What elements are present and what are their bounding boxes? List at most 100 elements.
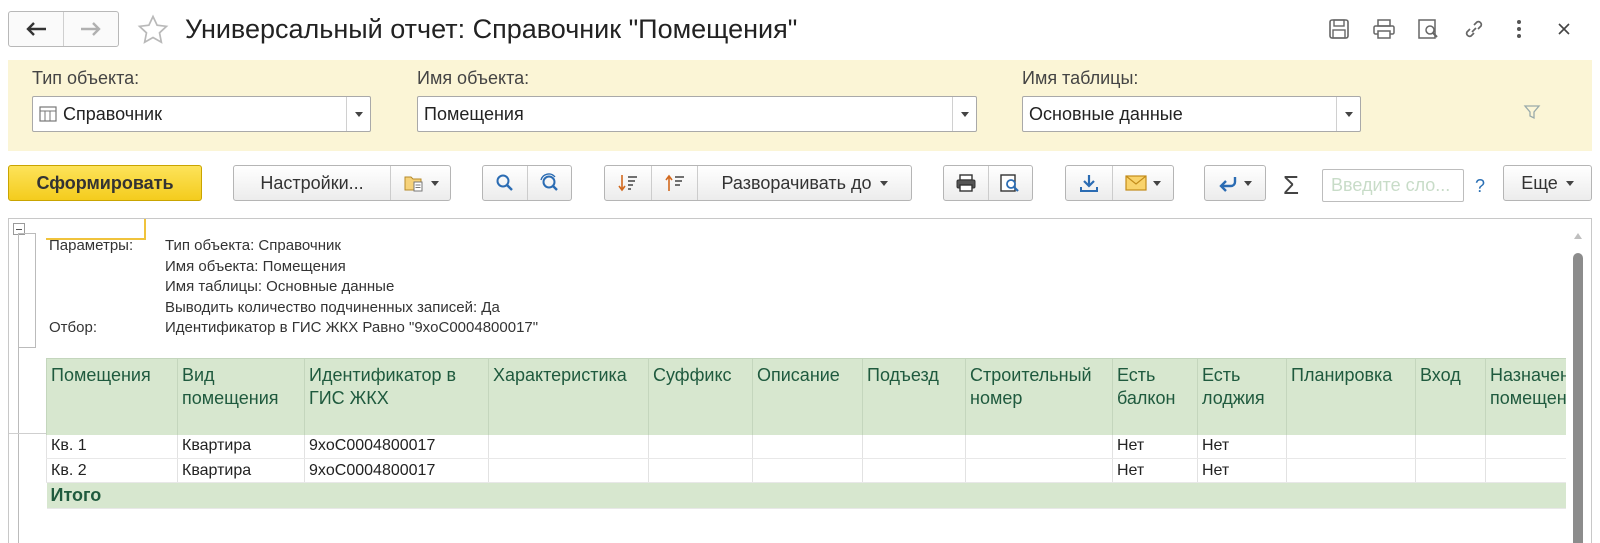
star-icon [137, 14, 169, 44]
close-button[interactable] [1541, 12, 1586, 46]
column-header[interactable]: Идентификатор в ГИС ЖКХ [304, 358, 489, 435]
column-header[interactable]: Характеристика [488, 358, 649, 435]
table-cell[interactable]: 9xoC0004800017 [304, 434, 489, 459]
table-cell[interactable] [965, 458, 1113, 483]
table-cell[interactable]: Нет [1197, 458, 1287, 483]
forward-button[interactable] [63, 12, 118, 46]
settings-button[interactable]: Настройки... [234, 166, 390, 200]
save-to-file-button[interactable] [1066, 166, 1112, 200]
table-cell[interactable] [1485, 434, 1566, 459]
column-header[interactable]: Описание [752, 358, 863, 435]
column-header[interactable]: Вид помещения [177, 358, 305, 435]
table-cell[interactable] [1286, 458, 1416, 483]
variants-button[interactable] [390, 166, 450, 200]
column-header[interactable]: Подъезд [862, 358, 966, 435]
print-preview-button[interactable] [987, 166, 1033, 200]
table-cell[interactable]: Квартира [177, 458, 305, 483]
column-header[interactable]: Суффикс [648, 358, 753, 435]
object-type-field[interactable]: Справочник [32, 96, 371, 132]
expand-button-group: Разворачивать до [604, 165, 912, 201]
table-cell[interactable] [862, 458, 966, 483]
scroll-up-icon[interactable] [1574, 233, 1582, 239]
find-button[interactable] [483, 166, 527, 200]
table-cell[interactable]: Кв. 2 [46, 458, 178, 483]
object-type-value: Справочник [63, 103, 162, 124]
object-name-dropdown-button[interactable] [952, 97, 976, 131]
report-parameter-row: Выводить количество подчиненных записей:… [49, 298, 500, 318]
actions-menu-button[interactable] [1204, 165, 1266, 201]
table-name-dropdown-button[interactable] [1336, 97, 1360, 131]
table-cell[interactable]: Нет [1197, 434, 1287, 459]
search-input[interactable] [1329, 174, 1463, 197]
table-cell[interactable]: Квартира [177, 434, 305, 459]
more-button[interactable]: Еще [1503, 165, 1592, 201]
filter-button[interactable] [1521, 101, 1543, 123]
report-parameter-row: Параметры: Тип объекта: Справочник [49, 236, 341, 256]
envelope-icon [1125, 175, 1147, 191]
vertical-scrollbar[interactable] [1573, 233, 1583, 543]
undo-arrow-icon [1219, 177, 1237, 192]
table-cell[interactable] [648, 458, 753, 483]
table-cell[interactable] [1415, 458, 1486, 483]
report-spreadsheet[interactable]: Параметры: Тип объекта: Справочник Имя объ… [8, 218, 1592, 543]
scrollbar-thumb[interactable] [1573, 253, 1583, 543]
expand-to-label: Разворачивать до [721, 172, 872, 193]
chevron-down-icon [430, 180, 439, 186]
column-header[interactable]: Есть балкон [1112, 358, 1198, 435]
column-header[interactable]: Назначение помещения [1485, 358, 1566, 435]
download-icon [1080, 175, 1098, 192]
table-name-field[interactable]: Основные данные [1022, 96, 1361, 132]
column-header[interactable]: Есть лоджия [1197, 358, 1287, 435]
preview-button[interactable] [1406, 12, 1451, 46]
table-cell[interactable] [488, 458, 649, 483]
sum-button[interactable]: Σ [1276, 168, 1306, 202]
print-button[interactable] [1361, 12, 1406, 46]
table-cell[interactable] [752, 458, 863, 483]
help-button[interactable]: ? [1470, 170, 1490, 202]
favorite-button[interactable] [135, 12, 171, 48]
table-cell[interactable] [1286, 434, 1416, 459]
object-type-dropdown-button[interactable] [346, 97, 370, 131]
column-header[interactable]: Помещения [46, 358, 178, 435]
table-cell[interactable] [862, 434, 966, 459]
table-cell[interactable] [648, 434, 753, 459]
link-button[interactable] [1451, 12, 1496, 46]
object-type-label: Тип объекта: [32, 68, 140, 88]
table-icon [39, 106, 57, 122]
total-row[interactable]: Итого [46, 482, 1566, 509]
save-button[interactable] [1316, 12, 1361, 46]
back-button[interactable] [9, 12, 63, 46]
table-row[interactable]: Кв. 2 Квартира 9xoC0004800017 Нет Нет [46, 458, 1566, 483]
table-cell[interactable] [1485, 458, 1566, 483]
send-email-button[interactable] [1112, 166, 1173, 200]
sort-ascending-button[interactable] [651, 166, 697, 200]
table-cell[interactable] [488, 434, 649, 459]
table-cell[interactable] [965, 434, 1113, 459]
table-cell[interactable] [752, 434, 863, 459]
title-bar: Универсальный отчет: Справочник "Помещен… [0, 0, 1600, 58]
generate-button[interactable]: Сформировать [8, 165, 202, 201]
total-label: Итого [46, 482, 1566, 509]
group-bracket [19, 233, 37, 543]
print-report-button[interactable] [944, 166, 988, 200]
column-header[interactable]: Планировка [1286, 358, 1416, 435]
table-cell[interactable]: 9xoC0004800017 [304, 458, 489, 483]
table-cell[interactable]: Нет [1112, 458, 1198, 483]
actions-menu-segment [1205, 166, 1265, 200]
chevron-down-icon [1344, 111, 1353, 117]
table-cell[interactable]: Нет [1112, 434, 1198, 459]
search-field[interactable] [1322, 169, 1464, 202]
more-menu-button[interactable] [1496, 12, 1541, 46]
print-button-group [943, 165, 1033, 201]
table-cell[interactable]: Кв. 1 [46, 434, 178, 459]
expand-to-button[interactable]: Разворачивать до [697, 166, 911, 200]
close-icon [1557, 23, 1570, 35]
printer-icon [1372, 19, 1395, 39]
table-cell[interactable] [1415, 434, 1486, 459]
sort-descending-button[interactable] [605, 166, 651, 200]
table-row[interactable]: Кв. 1 Квартира 9xoC0004800017 Нет Нет [46, 434, 1566, 459]
column-header[interactable]: Вход [1415, 358, 1486, 435]
find-next-button[interactable] [526, 166, 572, 200]
column-header[interactable]: Строительный номер [965, 358, 1113, 435]
object-name-field[interactable]: Помещения [417, 96, 977, 132]
